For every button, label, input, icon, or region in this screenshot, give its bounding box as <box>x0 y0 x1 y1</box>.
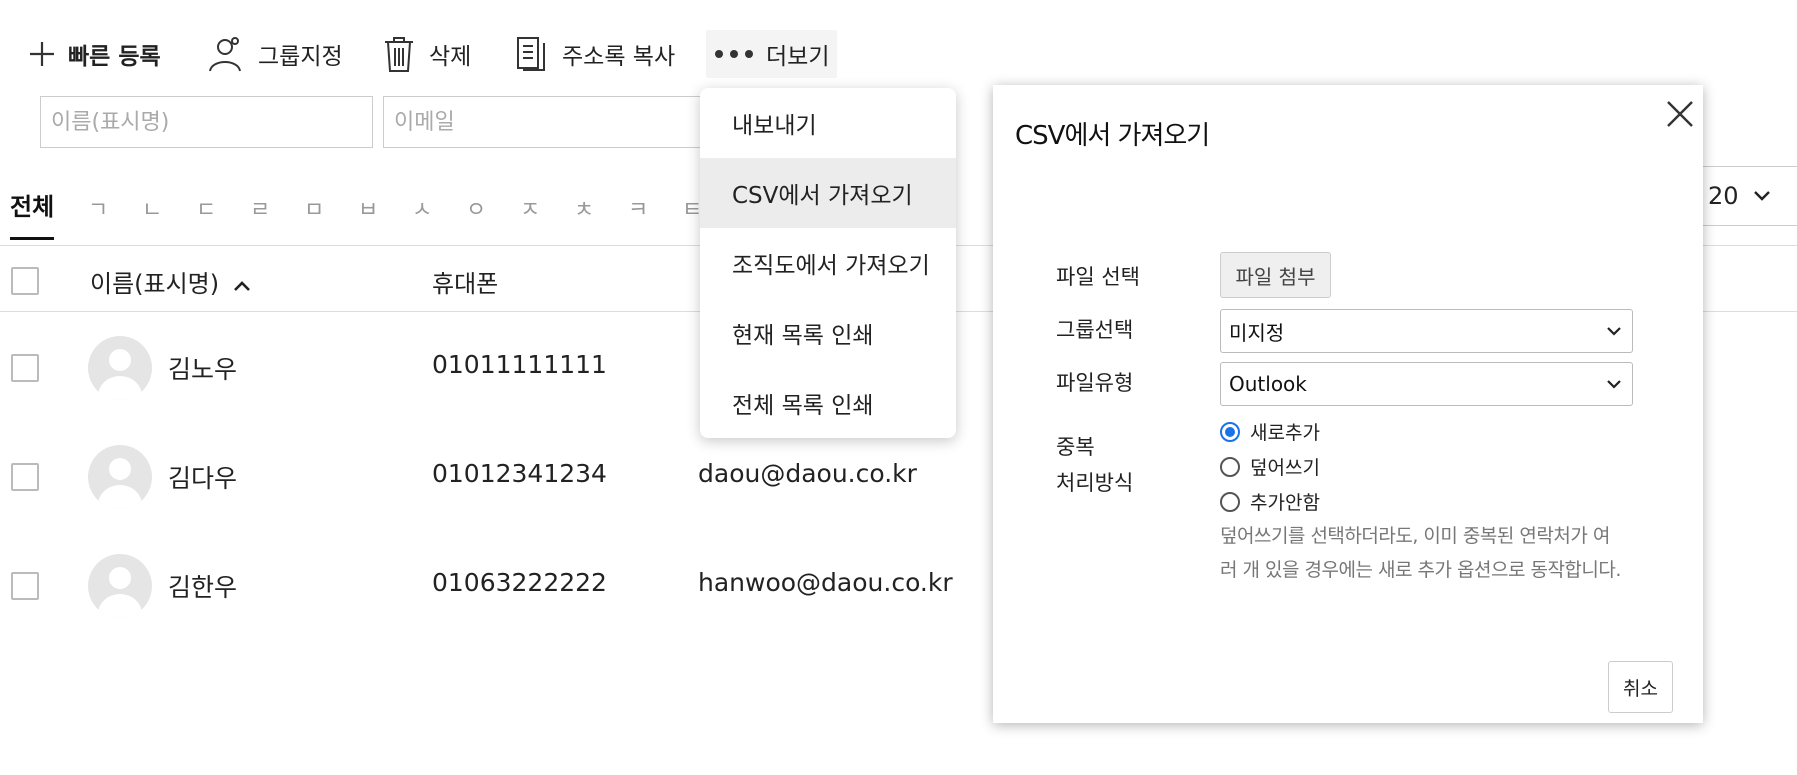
chevron-down-icon <box>1753 191 1770 201</box>
filter-consonant[interactable]: ㅋ <box>628 192 648 224</box>
option-skip[interactable]: 추가안함 <box>1220 488 1320 515</box>
column-name-header[interactable]: 이름(표시명) <box>90 264 251 299</box>
person-group-icon <box>209 37 241 72</box>
menu-item-print-current[interactable]: 현재 목록 인쇄 <box>700 298 956 368</box>
filter-consonant[interactable]: ㄷ <box>196 192 216 224</box>
file-type-select[interactable]: Outlook <box>1220 362 1633 406</box>
avatar <box>88 554 152 618</box>
group-select[interactable]: 미지정 <box>1220 309 1633 353</box>
chevron-down-icon <box>1607 327 1621 336</box>
contact-email: hanwoo@daou.co.kr <box>698 568 953 597</box>
group-assign-button[interactable]: 그룹지정 <box>204 30 343 78</box>
radio-button[interactable] <box>1220 421 1240 442</box>
contact-email: daou@daou.co.kr <box>698 459 917 488</box>
filter-consonant[interactable]: ㅅ <box>412 192 432 224</box>
group-select-label: 그룹선택 <box>1056 318 1134 342</box>
option-label: 새로추가 <box>1250 422 1320 444</box>
filter-consonant[interactable]: ㅂ <box>358 192 378 224</box>
menu-item-export[interactable]: 내보내기 <box>700 88 956 158</box>
more-dots-icon <box>715 50 753 58</box>
column-name-label: 이름(표시명) <box>90 270 220 298</box>
filter-consonant[interactable]: ㅈ <box>520 192 540 224</box>
chevron-down-icon <box>1607 380 1621 389</box>
duplicate-label-line2: 처리방식 <box>1056 471 1134 495</box>
menu-item-print-all[interactable]: 전체 목록 인쇄 <box>700 368 956 438</box>
copy-addressbook-label: 주소록 복사 <box>562 44 676 70</box>
option-label: 덮어쓰기 <box>1250 457 1320 479</box>
trash-icon <box>385 37 413 72</box>
filter-consonant[interactable]: ㄴ <box>142 192 162 224</box>
row-checkbox[interactable] <box>11 354 39 382</box>
filter-all-tab[interactable]: 전체 <box>10 187 55 240</box>
group-select-value: 미지정 <box>1229 320 1285 345</box>
duplicate-label-line1: 중복 <box>1056 435 1095 459</box>
page-size-select[interactable]: 20 <box>1697 166 1797 226</box>
quick-add-label: 빠른 등록 <box>68 44 161 70</box>
group-assign-label: 그룹지정 <box>258 44 343 70</box>
document-copy-icon <box>517 37 545 71</box>
close-icon[interactable] <box>1663 97 1697 131</box>
file-type-value: Outlook <box>1229 372 1307 396</box>
cancel-button[interactable]: 취소 <box>1608 661 1673 713</box>
page-size-value: 20 <box>1708 182 1739 210</box>
delete-button[interactable]: 삭제 <box>381 30 471 78</box>
more-dropdown-menu: 내보내기 CSV에서 가져오기 조직도에서 가져오기 현재 목록 인쇄 전체 목… <box>700 88 956 438</box>
avatar <box>88 336 152 400</box>
filter-consonant[interactable]: ㅊ <box>574 192 594 224</box>
filter-consonant[interactable]: ㄱ <box>88 192 108 224</box>
filter-consonant[interactable]: ㅁ <box>304 192 324 224</box>
avatar <box>88 445 152 509</box>
filter-consonant[interactable]: ㅇ <box>466 192 486 224</box>
option-label: 추가안함 <box>1250 492 1320 514</box>
menu-item-import-csv[interactable]: CSV에서 가져오기 <box>700 158 956 228</box>
sort-up-icon <box>233 281 250 291</box>
dialog-title: CSV에서 가져오기 <box>1015 121 1210 151</box>
more-button[interactable]: 더보기 <box>706 30 838 78</box>
option-add-new[interactable]: 새로추가 <box>1220 418 1320 445</box>
option-overwrite[interactable]: 덮어쓰기 <box>1220 453 1320 480</box>
menu-item-import-org[interactable]: 조직도에서 가져오기 <box>700 228 956 298</box>
csv-import-dialog: CSV에서 가져오기 파일 선택 파일 첨부 그룹선택 미지정 파일유형 Out… <box>993 85 1703 723</box>
row-checkbox[interactable] <box>11 572 39 600</box>
plus-icon <box>30 42 54 66</box>
radio-button[interactable] <box>1220 491 1240 512</box>
hint-line: 러 개 있을 경우에는 새로 추가 옵션으로 동작합니다. <box>1220 559 1621 581</box>
filter-consonant[interactable]: ㄹ <box>250 192 270 224</box>
contact-name[interactable]: 김노우 <box>168 350 237 386</box>
column-mobile-header[interactable]: 휴대폰 <box>432 264 498 299</box>
radio-button[interactable] <box>1220 456 1240 477</box>
name-search-input[interactable] <box>40 96 373 148</box>
more-label: 더보기 <box>766 44 830 70</box>
hint-line: 덮어쓰기를 선택하더라도, 이미 중복된 연락처가 여 <box>1220 525 1610 547</box>
contact-mobile: 01012341234 <box>432 459 607 488</box>
select-all-checkbox[interactable] <box>11 267 39 295</box>
contact-name[interactable]: 김다우 <box>168 459 237 495</box>
delete-label: 삭제 <box>429 44 472 70</box>
file-type-label: 파일유형 <box>1056 371 1134 395</box>
contact-name[interactable]: 김한우 <box>168 568 237 604</box>
file-attach-button[interactable]: 파일 첨부 <box>1220 252 1331 298</box>
copy-addressbook-button[interactable]: 주소록 복사 <box>514 30 675 78</box>
duplicate-hint-text: 덮어쓰기를 선택하더라도, 이미 중복된 연락처가 여 러 개 있을 경우에는 … <box>1220 519 1660 587</box>
email-search-input[interactable] <box>383 96 701 148</box>
quick-add-button[interactable]: 빠른 등록 <box>28 30 161 78</box>
file-select-label: 파일 선택 <box>1056 265 1140 289</box>
contact-mobile: 01063222222 <box>432 568 607 597</box>
contact-mobile: 01011111111 <box>432 350 607 379</box>
row-checkbox[interactable] <box>11 463 39 491</box>
